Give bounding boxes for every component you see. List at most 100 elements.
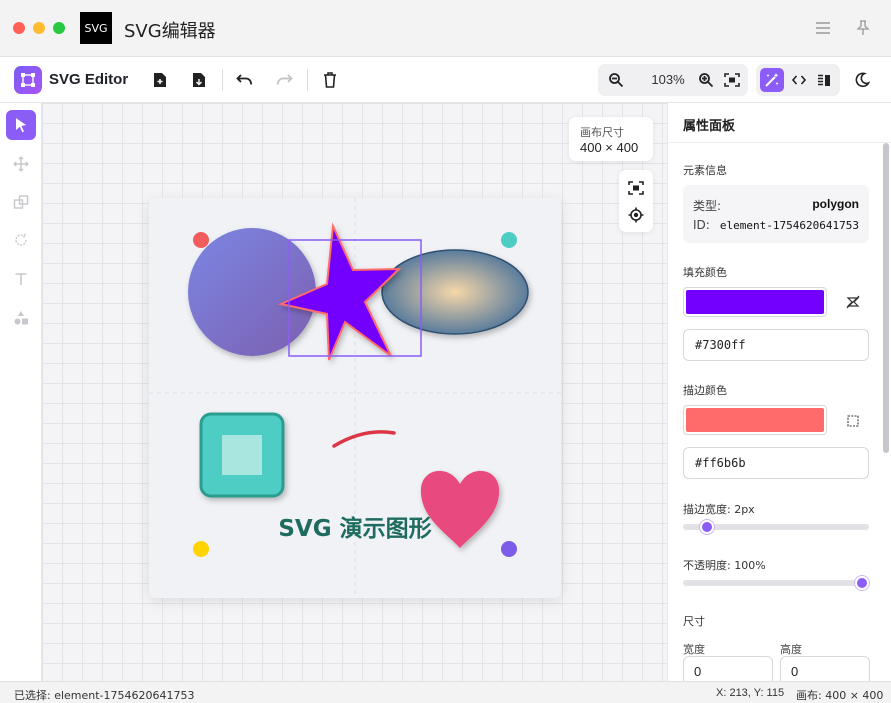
canvas-size-status: 画布: 400 × 400	[796, 689, 884, 702]
main-toolbar: SVG Editor 103%	[0, 57, 891, 103]
zoom-out-button[interactable]	[604, 68, 628, 92]
canvas-view-tools	[619, 170, 653, 232]
brand-logo-icon	[14, 66, 42, 94]
id-value: element-1754620641753	[719, 219, 859, 232]
design-mode-button[interactable]	[760, 68, 784, 92]
selected-element-status: 已选择: element-1754620641753	[14, 689, 195, 702]
fit-canvas-button[interactable]	[626, 178, 646, 198]
moon-icon	[855, 72, 870, 88]
zoom-level: 103%	[651, 72, 685, 87]
tool-sidebar	[0, 103, 42, 681]
arc-path[interactable]	[332, 430, 396, 448]
corner-dot-purple[interactable]	[501, 541, 517, 557]
stroke-width-label: 描边宽度: 2px	[683, 503, 755, 516]
clear-fill-icon[interactable]	[844, 293, 862, 311]
app-logo: SVG	[80, 12, 112, 44]
export-file-button[interactable]	[187, 68, 211, 92]
canvas-size-value: 400 × 400	[580, 140, 639, 155]
opacity-label: 不透明度: 100%	[683, 559, 766, 572]
text-tool-button[interactable]	[6, 264, 36, 294]
stroke-hex-input[interactable]: #ff6b6b	[683, 447, 869, 479]
zoom-out-icon	[609, 73, 624, 88]
type-label: 类型:	[693, 199, 722, 213]
cursor-coordinates: X: 213, Y: 115	[716, 687, 785, 699]
maximize-window-button[interactable]	[53, 22, 65, 34]
demo-text[interactable]: SVG 演示图形	[278, 515, 431, 542]
text-icon	[15, 273, 27, 285]
delete-button[interactable]	[318, 68, 342, 92]
element-info-label: 元素信息	[683, 164, 727, 177]
canvas-size-label: 画布尺寸	[580, 126, 624, 139]
artboard[interactable]: SVG 演示图形	[149, 198, 561, 598]
zoom-controls: 103%	[598, 64, 748, 96]
code-icon	[792, 75, 806, 85]
redo-button[interactable]	[272, 68, 296, 92]
status-bar: 已选择: element-1754620641753 X: 213, Y: 11…	[0, 681, 891, 703]
split-view-icon	[818, 74, 830, 86]
new-file-icon	[154, 73, 166, 87]
id-label: ID:	[693, 218, 710, 232]
corner-dot-red[interactable]	[193, 232, 209, 248]
type-value: polygon	[812, 197, 859, 211]
width-label: 宽度	[683, 643, 705, 656]
fit-screen-button[interactable]	[720, 68, 744, 92]
close-window-button[interactable]	[13, 22, 25, 34]
fit-canvas-icon	[628, 181, 644, 195]
panel-title: 属性面板	[683, 119, 736, 134]
theme-toggle-button[interactable]	[850, 68, 874, 92]
minimize-window-button[interactable]	[33, 22, 45, 34]
gradient-circle[interactable]	[188, 228, 316, 356]
shapes-library-button[interactable]	[6, 303, 36, 333]
corner-dot-teal[interactable]	[501, 232, 517, 248]
shapes-library-icon	[14, 311, 28, 325]
move-tool-button[interactable]	[6, 149, 36, 179]
new-file-button[interactable]	[148, 68, 172, 92]
title-bar: SVG SVG编辑器	[0, 0, 891, 57]
zoom-in-button[interactable]	[694, 68, 718, 92]
fit-screen-icon	[724, 73, 740, 87]
stroke-width-slider-thumb[interactable]	[700, 520, 715, 534]
height-input[interactable]: 0	[780, 656, 870, 681]
radial-ellipse[interactable]	[381, 249, 529, 335]
opacity-slider-thumb[interactable]	[855, 576, 869, 590]
redo-icon	[277, 74, 293, 85]
split-mode-button[interactable]	[812, 68, 836, 92]
pin-icon[interactable]	[853, 18, 873, 38]
undo-icon	[236, 74, 252, 85]
brand-name: SVG Editor	[49, 71, 129, 88]
size-section-label: 尺寸	[683, 615, 705, 628]
zoom-in-icon	[699, 73, 714, 88]
rotate-icon	[15, 233, 27, 246]
select-tool-button[interactable]	[6, 110, 36, 140]
svg-canvas[interactable]: SVG 演示图形	[149, 198, 561, 598]
shape-icon	[13, 195, 29, 209]
code-mode-button[interactable]	[787, 68, 811, 92]
inner-square[interactable]	[222, 435, 262, 475]
center-canvas-button[interactable]	[626, 205, 646, 225]
properties-panel: 属性面板 元素信息 类型: polygon ID: element-175462…	[667, 103, 891, 681]
view-mode-switch	[756, 64, 840, 96]
fill-color-picker[interactable]	[683, 287, 827, 317]
rotate-tool-button[interactable]	[6, 225, 36, 255]
height-label: 高度	[780, 643, 802, 656]
stroke-color-picker[interactable]	[683, 405, 827, 435]
cursor-icon	[16, 118, 26, 133]
panel-scrollbar[interactable]	[883, 143, 889, 453]
window-title: SVG编辑器	[124, 21, 216, 42]
canvas-workspace[interactable]: SVG 演示图形 画布尺寸 400 × 400	[42, 103, 667, 681]
fill-color-label: 填充颜色	[683, 266, 727, 279]
stroke-width-slider[interactable]	[683, 520, 869, 534]
fill-hex-input[interactable]: #7300ff	[683, 329, 869, 361]
opacity-slider[interactable]	[683, 576, 869, 590]
corner-dot-yellow[interactable]	[193, 541, 209, 557]
heart-shape[interactable]	[420, 470, 500, 548]
canvas-size-card: 画布尺寸 400 × 400	[569, 117, 653, 161]
move-icon	[13, 156, 29, 172]
shape-tool-button[interactable]	[6, 187, 36, 217]
no-stroke-icon[interactable]	[844, 412, 862, 430]
undo-button[interactable]	[233, 68, 257, 92]
stroke-color-label: 描边颜色	[683, 384, 727, 397]
trash-icon	[324, 72, 336, 88]
width-input[interactable]: 0	[683, 656, 773, 681]
menu-icon[interactable]	[813, 18, 833, 38]
